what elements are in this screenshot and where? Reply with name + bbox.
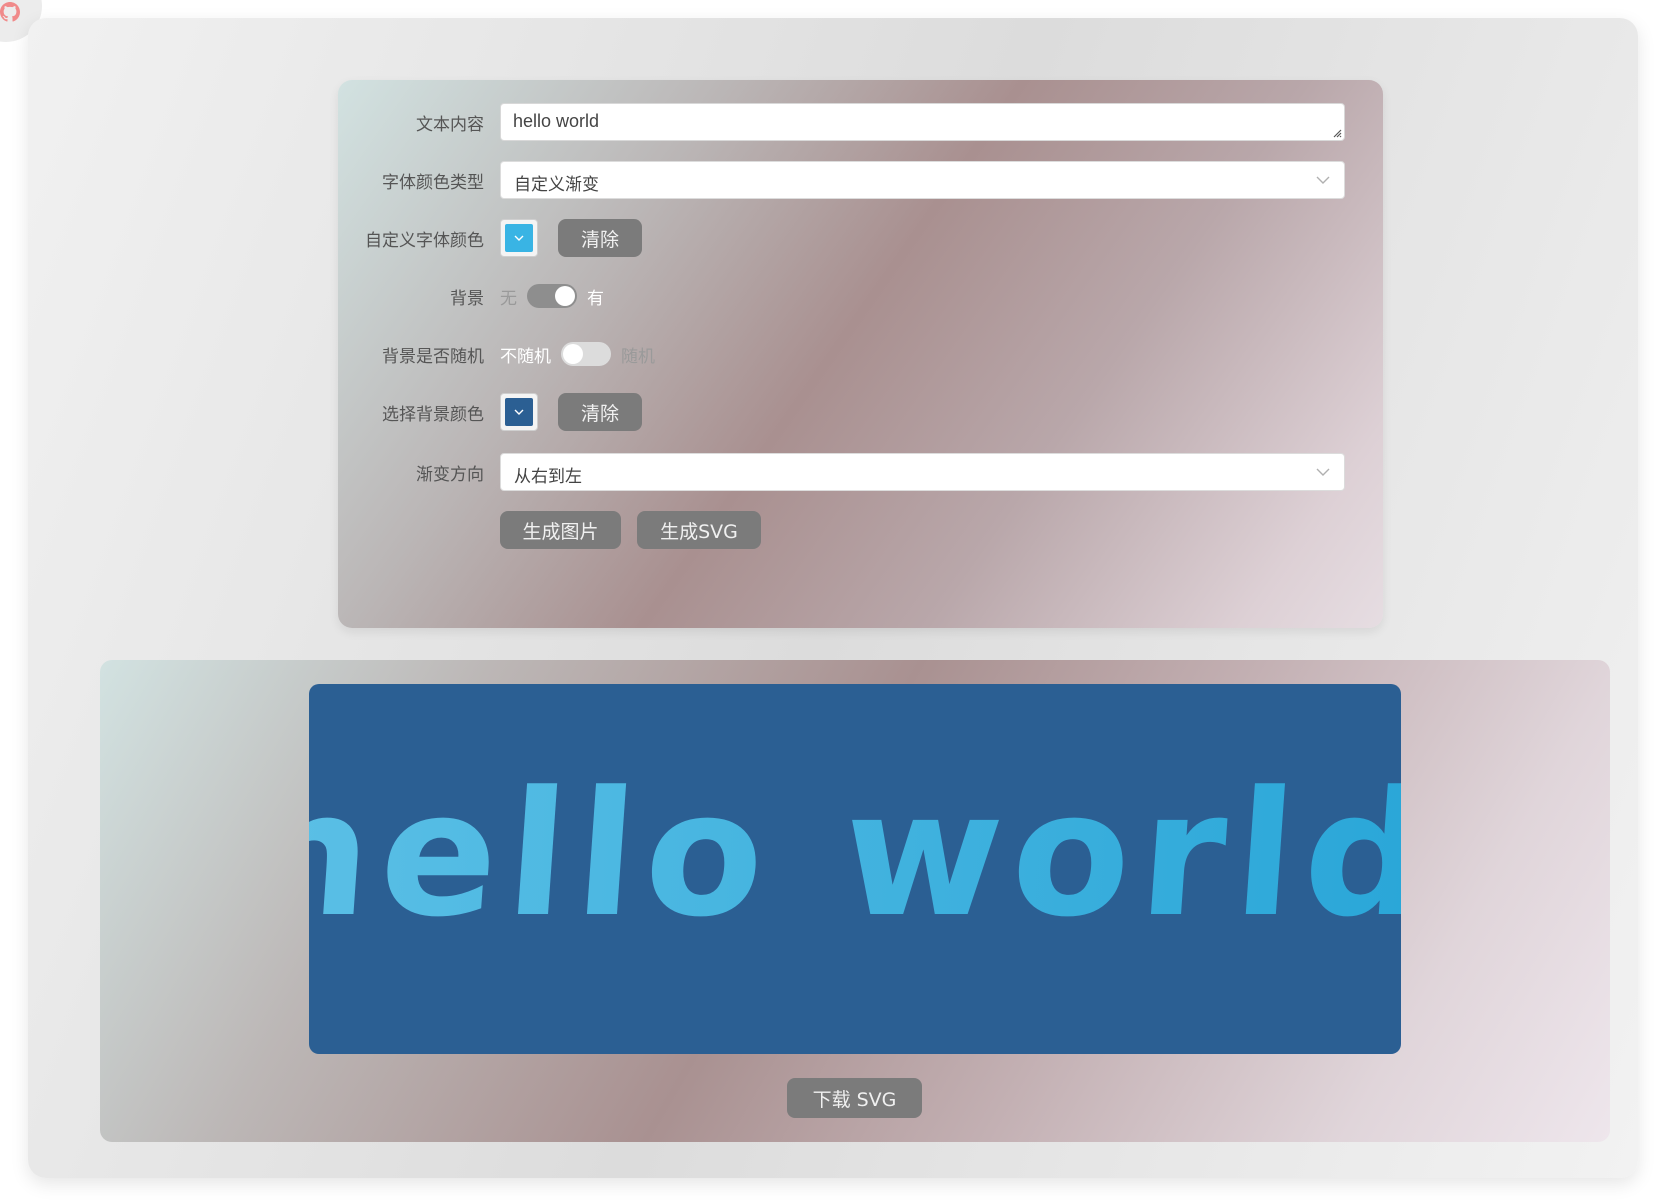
text-content-row: 文本内容 hello world <box>338 102 1383 142</box>
text-content-input[interactable]: hello world <box>500 103 1345 141</box>
switch-knob <box>555 286 575 306</box>
main-panel: 文本内容 hello world 字体颜色类型 自定义渐变 自定义字体颜色 清除… <box>28 18 1638 1178</box>
preview-panel: hello world 下载 SVG <box>100 660 1610 1142</box>
action-buttons-row: 生成图片 生成SVG <box>338 510 1383 550</box>
font-color-type-label: 字体颜色类型 <box>382 172 484 193</box>
background-color-label: 选择背景颜色 <box>382 404 484 425</box>
svg-preview-canvas: hello world <box>309 684 1401 1054</box>
gradient-direction-value: 从右到左 <box>514 467 582 487</box>
background-random-row: 背景是否随机 不随机 随机 <box>338 334 1383 374</box>
background-label: 背景 <box>450 288 484 309</box>
switch-knob <box>563 344 583 364</box>
font-color-type-row: 字体颜色类型 自定义渐变 <box>338 160 1383 200</box>
background-color-picker[interactable] <box>500 393 538 431</box>
background-row: 背景 无 有 <box>338 276 1383 316</box>
clear-background-color-button[interactable]: 清除 <box>558 393 642 431</box>
background-off-text: 无 <box>500 288 517 309</box>
background-random-switch[interactable] <box>561 342 611 366</box>
background-on-text: 有 <box>587 288 604 309</box>
font-color-picker[interactable] <box>500 219 538 257</box>
gradient-direction-label: 渐变方向 <box>416 464 484 485</box>
download-svg-button[interactable]: 下载 SVG <box>787 1078 922 1118</box>
chevron-down-icon <box>1316 468 1330 476</box>
gradient-direction-row: 渐变方向 从右到左 <box>338 452 1383 492</box>
background-switch[interactable] <box>527 284 577 308</box>
resize-grip-icon[interactable] <box>1333 129 1342 138</box>
background-color-row: 选择背景颜色 清除 <box>338 392 1383 432</box>
settings-form: 文本内容 hello world 字体颜色类型 自定义渐变 自定义字体颜色 清除… <box>338 80 1383 628</box>
chevron-down-icon <box>514 409 524 415</box>
text-content-value: hello world <box>513 111 600 131</box>
custom-font-color-label: 自定义字体颜色 <box>365 230 484 251</box>
generate-svg-button[interactable]: 生成SVG <box>637 511 761 549</box>
generate-image-button[interactable]: 生成图片 <box>500 511 621 549</box>
text-content-label: 文本内容 <box>416 114 484 135</box>
preview-text: hello world <box>309 754 1401 955</box>
font-color-swatch <box>505 224 533 252</box>
background-random-off-text: 不随机 <box>500 346 551 367</box>
custom-font-color-row: 自定义字体颜色 清除 <box>338 218 1383 258</box>
gradient-direction-select[interactable]: 从右到左 <box>500 453 1345 491</box>
background-color-swatch <box>505 398 533 426</box>
chevron-down-icon <box>1316 176 1330 184</box>
clear-font-color-button[interactable]: 清除 <box>558 219 642 257</box>
preview-svg: hello world <box>309 754 1401 955</box>
background-random-label: 背景是否随机 <box>382 346 484 367</box>
github-icon[interactable] <box>0 2 20 22</box>
chevron-down-icon <box>514 235 524 241</box>
font-color-type-value: 自定义渐变 <box>514 175 599 195</box>
font-color-type-select[interactable]: 自定义渐变 <box>500 161 1345 199</box>
background-random-on-text: 随机 <box>621 346 655 367</box>
